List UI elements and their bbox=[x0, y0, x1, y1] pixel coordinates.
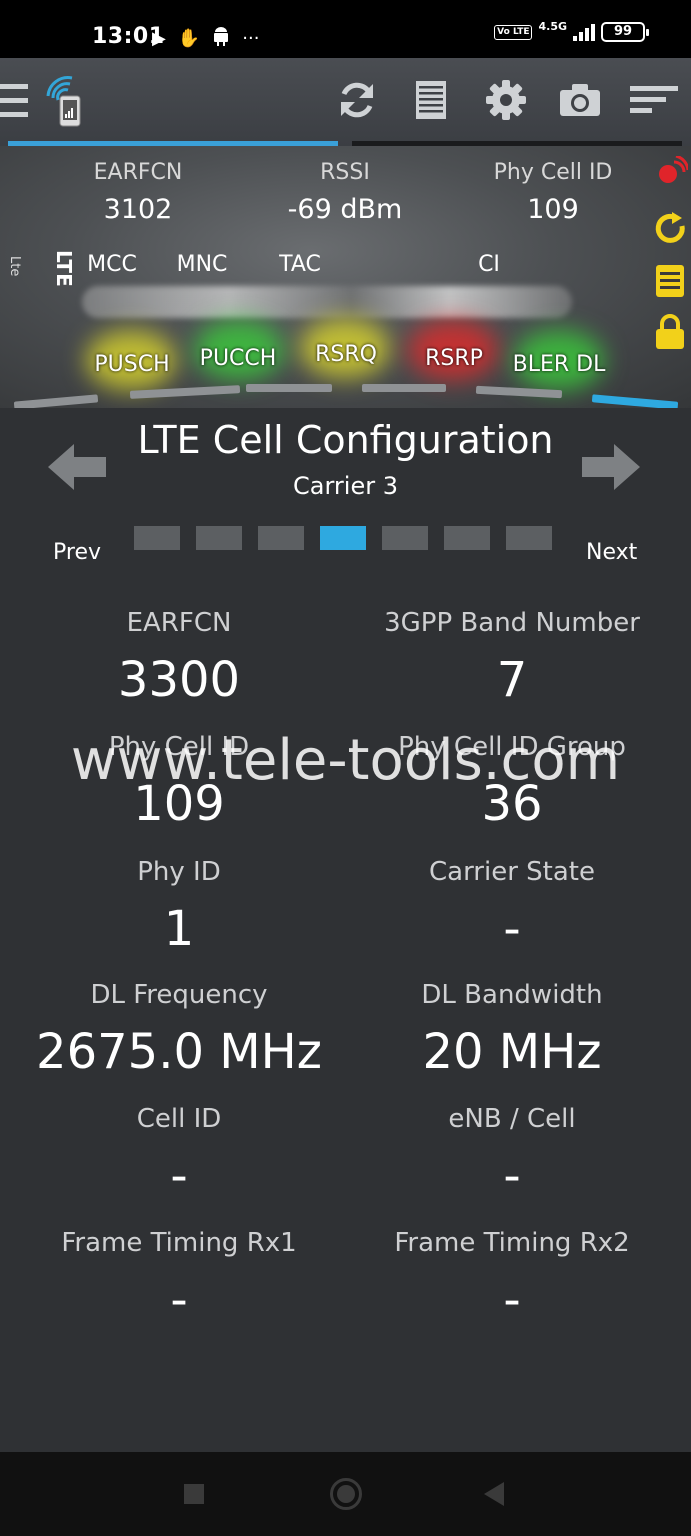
page-dot[interactable] bbox=[258, 526, 304, 550]
prev-button[interactable]: Prev bbox=[53, 540, 101, 565]
notes-icon[interactable] bbox=[654, 264, 686, 302]
field-cell-id-label: Cell ID bbox=[136, 1104, 222, 1134]
play-icon: ▶ bbox=[152, 28, 166, 49]
field-band-label: 3GPP Band Number bbox=[384, 608, 640, 638]
refresh-icon[interactable] bbox=[335, 78, 379, 122]
reload-icon[interactable] bbox=[654, 212, 688, 250]
field-earfcn-value: 3300 bbox=[117, 652, 241, 708]
next-button[interactable]: Next bbox=[586, 540, 637, 565]
field-dl-bandwidth-value: 20 MHz bbox=[422, 1024, 602, 1080]
meter-rsrp: RSRP bbox=[425, 346, 483, 371]
meter-bler-dl: BLER DL bbox=[512, 352, 606, 377]
meter-pucch: PUCCH bbox=[199, 346, 277, 371]
field-band-value: 7 bbox=[496, 652, 528, 708]
status-bar: 13:01 ▶ ✋ ··· Vo LTE 4.5G 99 bbox=[0, 0, 691, 58]
log-icon[interactable] bbox=[410, 78, 454, 122]
page-subtitle: Carrier 3 bbox=[293, 472, 398, 500]
field-enb-cell-label: eNB / Cell bbox=[448, 1104, 576, 1134]
earfcn-value: 3102 bbox=[103, 194, 173, 225]
field-pci-group-label: Phy Cell ID Group bbox=[398, 732, 626, 762]
field-carrier-state-label: Carrier State bbox=[428, 857, 595, 887]
page-dot[interactable] bbox=[382, 526, 428, 550]
page-indicator bbox=[134, 526, 552, 550]
home-icon[interactable] bbox=[330, 1478, 362, 1510]
app-signal-icon[interactable] bbox=[42, 74, 86, 128]
pci-label: Phy Cell ID bbox=[493, 160, 613, 185]
field-carrier-state-value: - bbox=[503, 901, 521, 957]
mnc-label: MNC bbox=[176, 252, 228, 277]
sort-icon[interactable] bbox=[630, 78, 678, 122]
page-dot[interactable] bbox=[196, 526, 242, 550]
antenna-icon[interactable] bbox=[654, 154, 690, 190]
notification-icons: ▶ ✋ ··· bbox=[152, 26, 259, 51]
meter-rsrq: RSRQ bbox=[315, 342, 377, 367]
tech-label: LTE bbox=[52, 250, 76, 287]
android-icon bbox=[212, 26, 230, 51]
field-pci-group-value: 36 bbox=[481, 776, 543, 832]
rssi-label: RSSI bbox=[320, 160, 370, 185]
field-pci-value: 109 bbox=[133, 776, 225, 832]
arc-segment bbox=[362, 384, 446, 392]
mcc-label: MCC bbox=[87, 252, 137, 277]
hand-icon: ✋ bbox=[177, 28, 201, 49]
field-phy-id-value: 1 bbox=[163, 901, 195, 957]
camera-icon[interactable] bbox=[558, 78, 602, 122]
page-title: LTE Cell Configuration bbox=[137, 418, 554, 462]
field-frame-timing-rx2-value: - bbox=[503, 1272, 521, 1328]
ci-label: CI bbox=[478, 252, 500, 277]
page-dot-active[interactable] bbox=[320, 526, 366, 550]
field-pci-label: Phy Cell ID bbox=[108, 732, 250, 762]
tac-label: TAC bbox=[279, 252, 321, 277]
more-icon: ··· bbox=[242, 28, 260, 49]
recents-icon[interactable] bbox=[184, 1484, 204, 1504]
arc-segment bbox=[246, 384, 332, 392]
lock-icon[interactable] bbox=[654, 314, 686, 354]
network-type: 4.5G bbox=[538, 19, 567, 33]
page-dot[interactable] bbox=[134, 526, 180, 550]
back-icon[interactable] bbox=[484, 1482, 504, 1506]
battery-icon: 99 bbox=[601, 22, 649, 42]
pci-value: 109 bbox=[527, 194, 579, 225]
field-frame-timing-rx1-value: - bbox=[170, 1272, 188, 1328]
battery-level: 99 bbox=[613, 24, 633, 39]
signal-bars-icon bbox=[573, 23, 595, 41]
redacted-values bbox=[82, 286, 572, 318]
rssi-value: -69 dBm bbox=[287, 194, 403, 225]
field-phy-id-label: Phy ID bbox=[137, 857, 221, 887]
field-earfcn-label: EARFCN bbox=[126, 608, 232, 638]
field-cell-id-value: - bbox=[170, 1148, 188, 1204]
field-dl-frequency-value: 2675.0 MHz bbox=[36, 1024, 322, 1080]
field-enb-cell-value: - bbox=[503, 1148, 521, 1204]
field-frame-timing-rx1-label: Frame Timing Rx1 bbox=[61, 1228, 297, 1258]
settings-icon[interactable] bbox=[484, 78, 528, 122]
earfcn-label: EARFCN bbox=[93, 160, 183, 185]
volte-icon: Vo LTE bbox=[494, 24, 533, 40]
field-dl-bandwidth-label: DL Bandwidth bbox=[421, 980, 603, 1010]
menu-icon[interactable] bbox=[0, 84, 28, 126]
field-frame-timing-rx2-label: Frame Timing Rx2 bbox=[394, 1228, 630, 1258]
page-dot[interactable] bbox=[506, 526, 552, 550]
meter-pusch: PUSCH bbox=[94, 352, 170, 377]
field-dl-frequency-label: DL Frequency bbox=[90, 980, 268, 1010]
status-right: Vo LTE 4.5G 99 bbox=[494, 19, 649, 42]
tech-small: Lte bbox=[7, 256, 22, 277]
page-dot[interactable] bbox=[444, 526, 490, 550]
